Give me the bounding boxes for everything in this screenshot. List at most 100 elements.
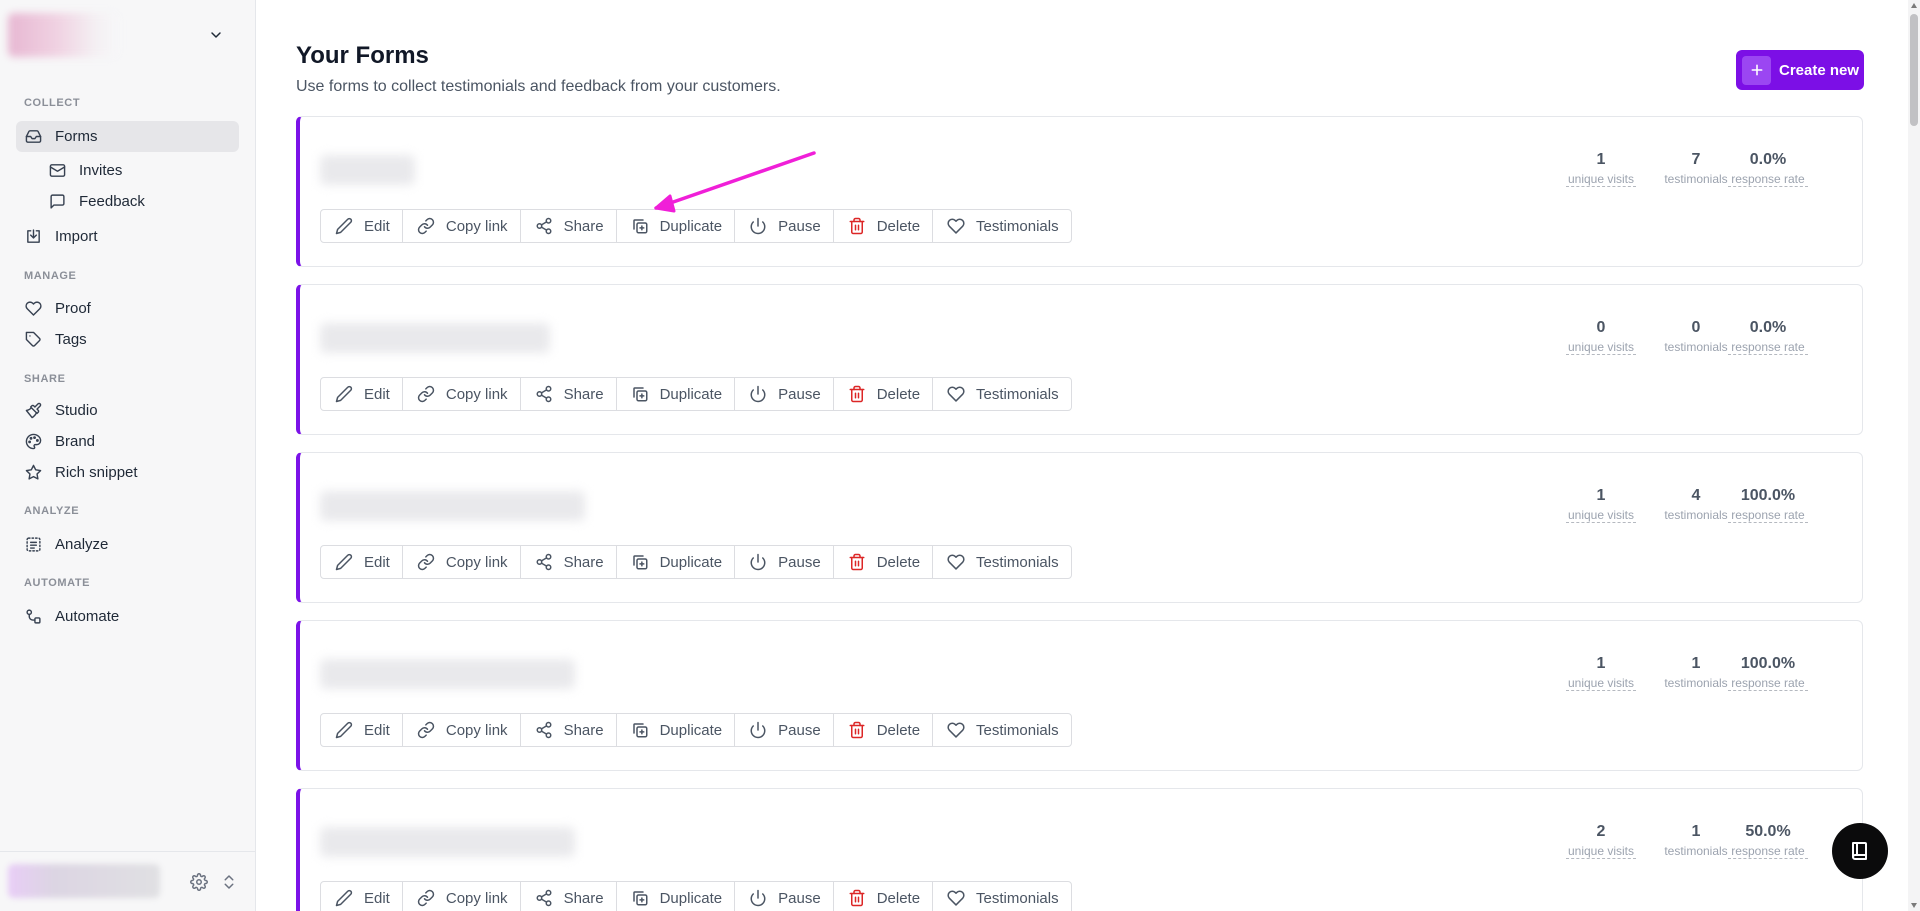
share-button[interactable]: Share — [521, 714, 617, 746]
copy-link-button[interactable]: Copy link — [403, 546, 521, 578]
copy-link-button[interactable]: Copy link — [403, 378, 521, 410]
testimonials-button[interactable]: Testimonials — [933, 210, 1071, 242]
sidebar-item-analyze[interactable]: Analyze — [16, 529, 239, 560]
testimonials-button[interactable]: Testimonials — [933, 378, 1071, 410]
share-button[interactable]: Share — [521, 378, 617, 410]
form-card[interactable]: Edit Copy link Share Duplicate Pause Delete Te… — [296, 284, 1863, 435]
stat-label: response rate — [1728, 508, 1808, 523]
sidebar-item-proof[interactable]: Proof — [16, 293, 239, 324]
create-new-button[interactable]: Create new — [1736, 50, 1864, 90]
sidebar-item-automate[interactable]: Automate — [16, 601, 239, 632]
share-button[interactable]: Share — [521, 210, 617, 242]
edit-button[interactable]: Edit — [321, 882, 403, 911]
form-name-blurred[interactable] — [320, 491, 585, 521]
form-actions-toolbar: Edit Copy link Share Duplicate Pause Delete Te… — [320, 545, 1072, 579]
share-button[interactable]: Share — [521, 546, 617, 578]
delete-button[interactable]: Delete — [834, 210, 934, 242]
stat-value: 4 — [1691, 487, 1701, 504]
heart-icon — [947, 890, 965, 906]
link-icon — [417, 385, 435, 403]
vertical-scrollbar[interactable] — [1908, 0, 1920, 911]
pause-button[interactable]: Pause — [735, 378, 834, 410]
action-label: Testimonials — [976, 889, 1059, 907]
stat-label: testimonials — [1664, 172, 1728, 186]
analyze-icon — [26, 537, 41, 552]
pause-button[interactable]: Pause — [735, 546, 834, 578]
pause-button[interactable]: Pause — [735, 714, 834, 746]
power-icon — [750, 889, 766, 907]
account-menu-blurred[interactable] — [8, 864, 160, 898]
sidebar-item-import[interactable]: Import — [16, 221, 239, 252]
duplicate-button[interactable]: Duplicate — [617, 882, 736, 911]
sidebar-item-brand[interactable]: Brand — [16, 426, 239, 457]
form-card[interactable]: Edit Copy link Share Duplicate Pause Delete Te… — [296, 452, 1863, 603]
testimonials-button[interactable]: Testimonials — [933, 882, 1071, 911]
form-actions-toolbar: Edit Copy link Share Duplicate Pause Delete Te… — [320, 713, 1072, 747]
action-label: Edit — [364, 217, 390, 235]
action-label: Testimonials — [976, 385, 1059, 403]
form-card[interactable]: Edit Copy link Share Duplicate Pause Delete Te… — [296, 116, 1863, 267]
edit-button[interactable]: Edit — [321, 546, 403, 578]
section-automate: AUTOMATE — [24, 577, 91, 589]
stat-label: testimonials — [1664, 340, 1728, 354]
duplicate-button[interactable]: Duplicate — [617, 378, 736, 410]
help-chat-button[interactable] — [1832, 823, 1888, 879]
duplicate-button[interactable]: Duplicate — [617, 210, 736, 242]
pause-button[interactable]: Pause — [735, 210, 834, 242]
duplicate-icon — [632, 387, 648, 402]
scroll-up-arrow[interactable] — [1910, 2, 1918, 10]
testimonials-button[interactable]: Testimonials — [933, 546, 1071, 578]
duplicate-button[interactable]: Duplicate — [617, 714, 736, 746]
delete-button[interactable]: Delete — [834, 882, 934, 911]
edit-button[interactable]: Edit — [321, 378, 403, 410]
copy-link-button[interactable]: Copy link — [403, 210, 521, 242]
action-label: Share — [563, 721, 604, 739]
sidebar-item-feedback[interactable]: Feedback — [40, 186, 239, 217]
copy-link-button[interactable]: Copy link — [403, 882, 521, 911]
form-name-blurred[interactable] — [320, 827, 575, 857]
sidebar-item-label: Proof — [55, 300, 91, 317]
section-collect: COLLECT — [24, 97, 81, 109]
scroll-down-arrow[interactable] — [1910, 901, 1918, 909]
brush-icon — [25, 402, 42, 419]
sidebar-item-invites[interactable]: Invites — [40, 155, 239, 186]
edit-button[interactable]: Edit — [321, 210, 403, 242]
sidebar-item-label: Forms — [55, 128, 98, 145]
edit-button[interactable]: Edit — [321, 714, 403, 746]
inbox-icon — [25, 130, 42, 143]
workspace-switcher[interactable] — [8, 8, 244, 62]
share-button[interactable]: Share — [521, 882, 617, 911]
stat-label: unique visits — [1566, 676, 1636, 691]
delete-button[interactable]: Delete — [834, 378, 934, 410]
form-name-blurred[interactable] — [320, 323, 550, 353]
stat-value: 1 — [1596, 151, 1606, 168]
delete-button[interactable]: Delete — [834, 546, 934, 578]
form-name-blurred[interactable] — [320, 155, 415, 185]
star-icon — [25, 464, 42, 480]
sidebar-item-label: Brand — [55, 433, 96, 450]
form-name-blurred[interactable] — [320, 659, 575, 689]
action-label: Pause — [778, 217, 821, 235]
pencil-icon — [335, 385, 353, 403]
share-icon — [536, 553, 552, 571]
chevrons-up-down-icon[interactable] — [220, 873, 238, 891]
duplicate-button[interactable]: Duplicate — [617, 546, 736, 578]
sidebar-item-tags[interactable]: Tags — [16, 324, 239, 355]
gear-icon[interactable] — [190, 873, 208, 891]
sidebar-item-forms[interactable]: Forms — [16, 121, 239, 152]
action-label: Testimonials — [976, 217, 1059, 235]
action-label: Edit — [364, 889, 390, 907]
sidebar-item-rich-snippet[interactable]: Rich snippet — [16, 457, 239, 488]
scrollbar-thumb[interactable] — [1910, 14, 1918, 126]
testimonials-button[interactable]: Testimonials — [933, 714, 1071, 746]
form-card[interactable]: Edit Copy link Share Duplicate Pause Delete Te… — [296, 620, 1863, 771]
pause-button[interactable]: Pause — [735, 882, 834, 911]
pencil-icon — [335, 217, 353, 235]
copy-link-button[interactable]: Copy link — [403, 714, 521, 746]
power-icon — [750, 385, 766, 403]
stat-testimonials: 7 testimonials — [1661, 151, 1731, 186]
delete-button[interactable]: Delete — [834, 714, 934, 746]
sidebar-item-studio[interactable]: Studio — [16, 395, 239, 426]
duplicate-icon — [632, 891, 648, 906]
form-card[interactable]: Edit Copy link Share Duplicate Pause Delete Te… — [296, 788, 1863, 911]
